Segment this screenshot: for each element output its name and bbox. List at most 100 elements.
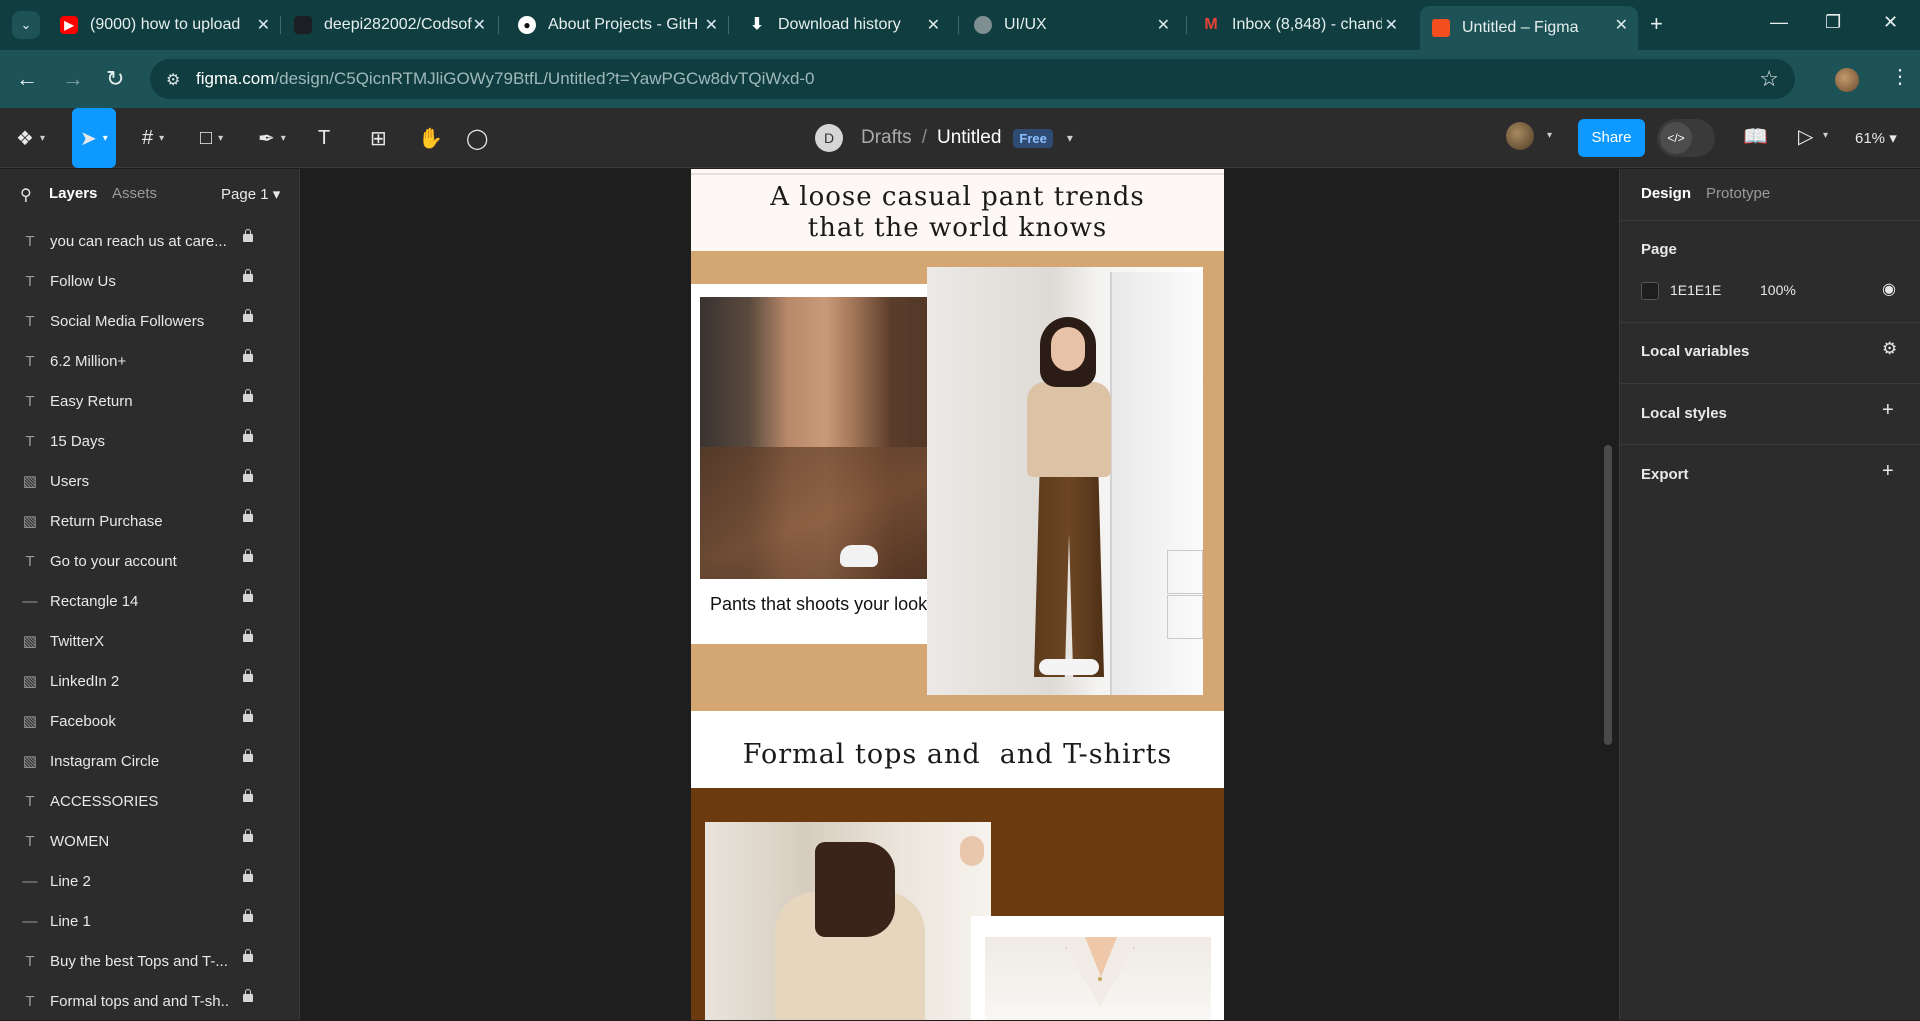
chevron-down-icon[interactable]: ▾ bbox=[1823, 130, 1828, 141]
zoom-level[interactable]: 61% ▾ bbox=[1855, 129, 1897, 147]
lock-icon[interactable] bbox=[243, 789, 253, 802]
lock-icon[interactable] bbox=[243, 469, 253, 482]
layer-row[interactable]: T 15 Days bbox=[0, 421, 300, 461]
close-icon[interactable]: ✕ bbox=[1385, 15, 1398, 35]
local-variables-title[interactable]: Local variables bbox=[1641, 343, 1749, 360]
close-window-icon[interactable]: ✕ bbox=[1883, 12, 1898, 33]
browser-tab[interactable]: ▶ (9000) how to upload ✕ bbox=[48, 6, 280, 44]
browser-tab[interactable]: M Inbox (8,848) - chand ✕ bbox=[1190, 6, 1408, 44]
lock-icon[interactable] bbox=[243, 429, 253, 442]
close-icon[interactable]: ✕ bbox=[705, 15, 718, 35]
layer-row[interactable]: T Go to your account bbox=[0, 541, 300, 581]
layer-row[interactable]: T Formal tops and and T-sh... bbox=[0, 981, 300, 1021]
lock-icon[interactable] bbox=[243, 269, 253, 282]
layer-row[interactable]: ▧ Facebook bbox=[0, 701, 300, 741]
library-book-icon[interactable]: 📖 bbox=[1743, 124, 1768, 149]
chevron-down-icon[interactable]: ▾ bbox=[1547, 130, 1552, 141]
browser-tab[interactable]: ⬇ Download history ✕ bbox=[736, 6, 950, 44]
forward-icon[interactable]: → bbox=[62, 66, 84, 92]
frame-tool-button[interactable]: # ▾ bbox=[142, 122, 164, 154]
lock-icon[interactable] bbox=[243, 669, 253, 682]
eye-icon[interactable]: ◉ bbox=[1882, 279, 1896, 299]
browser-tab[interactable]: UI/UX ✕ bbox=[962, 6, 1180, 44]
browser-tab[interactable]: ● About Projects - GitH ✕ bbox=[506, 6, 728, 44]
lock-icon[interactable] bbox=[243, 549, 253, 562]
close-icon[interactable]: ✕ bbox=[1157, 15, 1170, 35]
design-canvas[interactable]: A loose casual pant trends that the world… bbox=[301, 169, 1619, 1020]
tab-design[interactable]: Design bbox=[1641, 185, 1691, 202]
dev-mode-toggle[interactable]: </> bbox=[1657, 119, 1715, 157]
breadcrumb-folder[interactable]: Drafts bbox=[861, 127, 912, 149]
layer-row[interactable]: T ACCESSORIES bbox=[0, 781, 300, 821]
layer-row[interactable]: T 6.2 Million+ bbox=[0, 341, 300, 381]
search-icon[interactable]: ⚲ bbox=[20, 185, 32, 205]
lock-icon[interactable] bbox=[243, 629, 253, 642]
present-play-icon[interactable]: ▷ bbox=[1798, 124, 1813, 149]
layer-row[interactable]: ▧ Return Purchase bbox=[0, 501, 300, 541]
lock-icon[interactable] bbox=[243, 909, 253, 922]
close-icon[interactable]: ✕ bbox=[927, 15, 940, 35]
layer-row[interactable]: T Buy the best Tops and T-... bbox=[0, 941, 300, 981]
layer-row[interactable]: T Easy Return bbox=[0, 381, 300, 421]
tab-prototype[interactable]: Prototype bbox=[1706, 185, 1770, 202]
export-title[interactable]: Export bbox=[1641, 466, 1689, 483]
comment-tool-button[interactable]: ◯ bbox=[466, 122, 488, 154]
pant-trends-heading[interactable]: A loose casual pant trends that the world… bbox=[691, 182, 1224, 244]
tab-assets[interactable]: Assets bbox=[112, 185, 157, 202]
layer-row[interactable]: T Social Media Followers bbox=[0, 301, 300, 341]
add-icon[interactable]: + bbox=[1882, 399, 1894, 422]
close-icon[interactable]: ✕ bbox=[1615, 15, 1628, 35]
user-avatar[interactable] bbox=[1506, 122, 1534, 150]
shape-tool-button[interactable]: □ ▾ bbox=[200, 122, 223, 154]
url-field[interactable]: ⚙ figma.com/design/C5QicnRTMJliGOWy79Btf… bbox=[150, 59, 1795, 99]
design-frame[interactable]: A loose casual pant trends that the world… bbox=[691, 169, 1224, 1020]
formal-tops-heading[interactable]: Formal tops and and T-shirts bbox=[691, 739, 1224, 770]
close-icon[interactable]: ✕ bbox=[473, 15, 486, 35]
move-tool-button[interactable]: ➤ ▾ bbox=[72, 108, 116, 168]
tab-layers[interactable]: Layers bbox=[49, 185, 97, 202]
layer-row[interactable]: — Rectangle 14 bbox=[0, 581, 300, 621]
file-name[interactable]: Untitled bbox=[937, 127, 1001, 149]
lock-icon[interactable] bbox=[243, 869, 253, 882]
canvas-scrollbar[interactable] bbox=[1604, 445, 1612, 745]
add-icon[interactable]: + bbox=[1882, 460, 1894, 483]
model-pants-image[interactable] bbox=[927, 267, 1203, 695]
close-icon[interactable]: ✕ bbox=[257, 15, 270, 35]
team-avatar[interactable]: D bbox=[815, 124, 843, 152]
lock-icon[interactable] bbox=[243, 509, 253, 522]
hand-tool-button[interactable]: ✋ bbox=[418, 122, 443, 154]
blouse-model-image[interactable] bbox=[705, 822, 991, 1020]
page-color-swatch[interactable] bbox=[1641, 282, 1659, 300]
minimize-icon[interactable]: — bbox=[1770, 12, 1788, 33]
lock-icon[interactable] bbox=[243, 989, 253, 1002]
layer-row[interactable]: — Line 1 bbox=[0, 901, 300, 941]
pants-caption[interactable]: Pants that shoots your looks bbox=[710, 594, 936, 615]
layer-row[interactable]: ▧ Users bbox=[0, 461, 300, 501]
share-button[interactable]: Share bbox=[1578, 119, 1645, 157]
lock-icon[interactable] bbox=[243, 709, 253, 722]
page-selector[interactable]: Page 1 ▾ bbox=[221, 185, 280, 203]
lock-icon[interactable] bbox=[243, 229, 253, 242]
lock-icon[interactable] bbox=[243, 389, 253, 402]
page-color-hex[interactable]: 1E1E1E bbox=[1670, 282, 1721, 298]
layer-row[interactable]: ▧ TwitterX bbox=[0, 621, 300, 661]
back-icon[interactable]: ← bbox=[16, 66, 38, 92]
reload-icon[interactable]: ↻ bbox=[106, 66, 124, 92]
page-color-opacity[interactable]: 100% bbox=[1760, 282, 1796, 298]
lock-icon[interactable] bbox=[243, 589, 253, 602]
layer-row[interactable]: ▧ Instagram Circle bbox=[0, 741, 300, 781]
white-shirt-image[interactable] bbox=[985, 937, 1211, 1020]
browser-profile-avatar[interactable] bbox=[1835, 68, 1859, 92]
main-menu-button[interactable]: ❖ ▾ bbox=[16, 122, 45, 154]
bookmark-star-icon[interactable]: ☆ bbox=[1759, 66, 1779, 92]
restore-icon[interactable]: ❐ bbox=[1825, 12, 1841, 33]
layer-row[interactable]: Tyou can reach us at care... bbox=[0, 221, 300, 261]
lock-icon[interactable] bbox=[243, 829, 253, 842]
browser-tab[interactable]: deepi282002/Codsof ✕ bbox=[282, 6, 496, 44]
new-tab-button[interactable]: + bbox=[1650, 11, 1663, 37]
site-settings-icon[interactable]: ⚙ bbox=[166, 70, 180, 90]
local-styles-title[interactable]: Local styles bbox=[1641, 405, 1727, 422]
layer-row[interactable]: ▧ LinkedIn 2 bbox=[0, 661, 300, 701]
text-tool-button[interactable]: T bbox=[318, 122, 330, 154]
sliders-icon[interactable]: ⚙ bbox=[1882, 339, 1897, 359]
